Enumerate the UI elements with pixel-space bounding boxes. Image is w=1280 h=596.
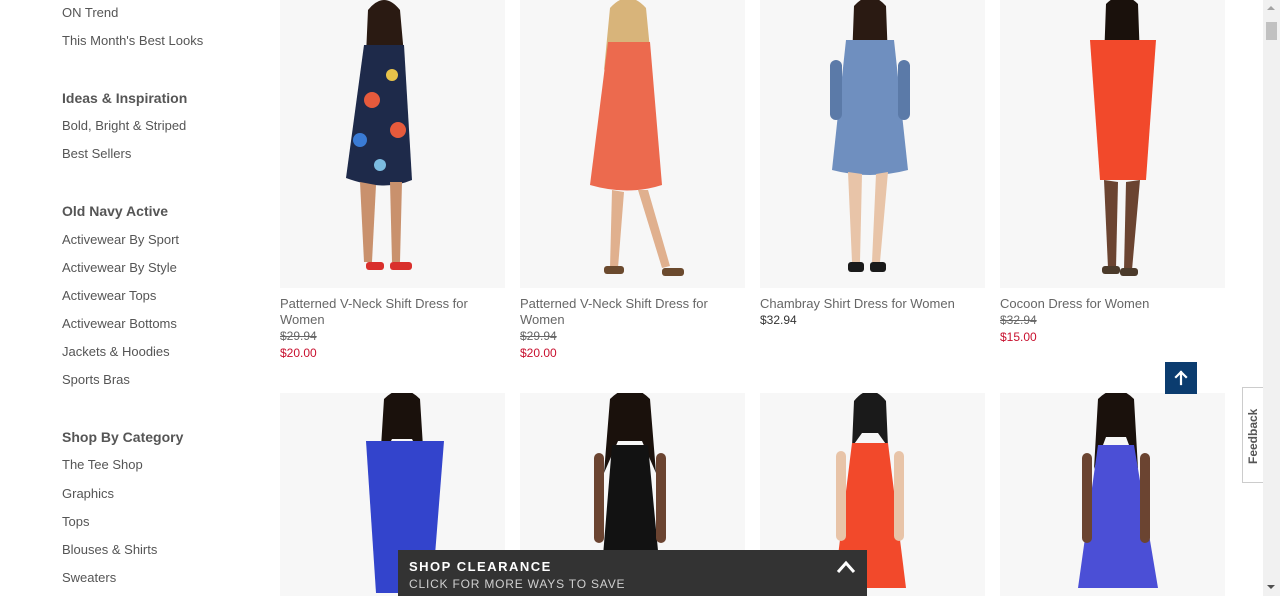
feedback-label: Feedback (1246, 408, 1260, 464)
product-card[interactable] (1000, 393, 1225, 596)
product-card[interactable]: Cocoon Dress for Women $32.94 $15.00 (1000, 0, 1225, 346)
arrow-up-icon (1174, 370, 1188, 386)
scroll-up-arrow-icon[interactable] (1267, 6, 1275, 10)
sale-price: $20.00 (520, 346, 557, 360)
sidebar-heading-ideas: Ideas & Inspiration (62, 90, 188, 106)
scroll-down-arrow-icon[interactable] (1267, 585, 1275, 589)
chevron-up-icon[interactable] (836, 560, 856, 574)
price: $32.94 (760, 313, 797, 327)
sidebar-link-tee-shop[interactable]: The Tee Shop (62, 457, 143, 472)
product-name[interactable]: Cocoon Dress for Women (1000, 296, 1225, 312)
product-image[interactable] (760, 0, 985, 288)
sidebar-link-activewear-style[interactable]: Activewear By Style (62, 260, 177, 275)
product-image[interactable] (280, 0, 505, 288)
original-price: $32.94 (1000, 313, 1037, 327)
scroll-thumb[interactable] (1266, 22, 1277, 40)
dress-shape (832, 40, 908, 175)
sidebar-heading-category: Shop By Category (62, 429, 184, 445)
product-card[interactable]: Patterned V-Neck Shift Dress for Women $… (520, 0, 745, 362)
sidebar-heading-active: Old Navy Active (62, 203, 169, 219)
product-card[interactable]: Chambray Shirt Dress for Women $32.94 (760, 0, 985, 329)
original-price: $29.94 (520, 329, 557, 343)
model-figure (1078, 393, 1158, 588)
model-figure (1090, 0, 1156, 276)
sidebar-link-best-looks[interactable]: This Month's Best Looks (62, 33, 203, 48)
sale-price: $15.00 (1000, 330, 1037, 344)
product-name[interactable]: Patterned V-Neck Shift Dress for Women (520, 296, 745, 328)
sidebar-link-sports-bras[interactable]: Sports Bras (62, 372, 130, 387)
original-price: $29.94 (280, 329, 317, 343)
clearance-title: SHOP CLEARANCE (409, 559, 552, 574)
shop-clearance-bar[interactable]: SHOP CLEARANCE CLICK FOR MORE WAYS TO SA… (398, 550, 867, 596)
dress-shape (590, 42, 662, 191)
sidebar-link-tops[interactable]: Tops (62, 514, 89, 529)
sidebar-link-jackets-hoodies[interactable]: Jackets & Hoodies (62, 344, 170, 359)
back-to-top-button[interactable] (1165, 362, 1197, 394)
sidebar-link-best-sellers[interactable]: Best Sellers (62, 146, 131, 161)
model-figure (830, 0, 910, 272)
feedback-tab[interactable]: Feedback (1242, 387, 1264, 483)
sidebar-link-activewear-sport[interactable]: Activewear By Sport (62, 232, 179, 247)
page-scrollbar[interactable] (1263, 0, 1280, 596)
sidebar-link-blouses-shirts[interactable]: Blouses & Shirts (62, 542, 157, 557)
sidebar-link-sweaters[interactable]: Sweaters (62, 570, 116, 585)
clearance-subtitle: CLICK FOR MORE WAYS TO SAVE (409, 577, 626, 591)
product-card[interactable]: Patterned V-Neck Shift Dress for Women $… (280, 0, 505, 362)
sidebar-link-activewear-bottoms[interactable]: Activewear Bottoms (62, 316, 177, 331)
sidebar-link-on-trend[interactable]: ON Trend (62, 5, 118, 20)
sidebar-link-graphics[interactable]: Graphics (62, 486, 114, 501)
product-name[interactable]: Patterned V-Neck Shift Dress for Women (280, 296, 505, 328)
product-image[interactable] (1000, 0, 1225, 288)
product-image[interactable] (1000, 393, 1225, 596)
dress-shape (1090, 40, 1156, 180)
model-figure (346, 0, 412, 270)
sale-price: $20.00 (280, 346, 317, 360)
model-figure (590, 0, 684, 276)
product-name[interactable]: Chambray Shirt Dress for Women (760, 296, 985, 312)
sidebar-link-bold-bright[interactable]: Bold, Bright & Striped (62, 118, 186, 133)
product-image[interactable] (520, 0, 745, 288)
sidebar-link-activewear-tops[interactable]: Activewear Tops (62, 288, 156, 303)
